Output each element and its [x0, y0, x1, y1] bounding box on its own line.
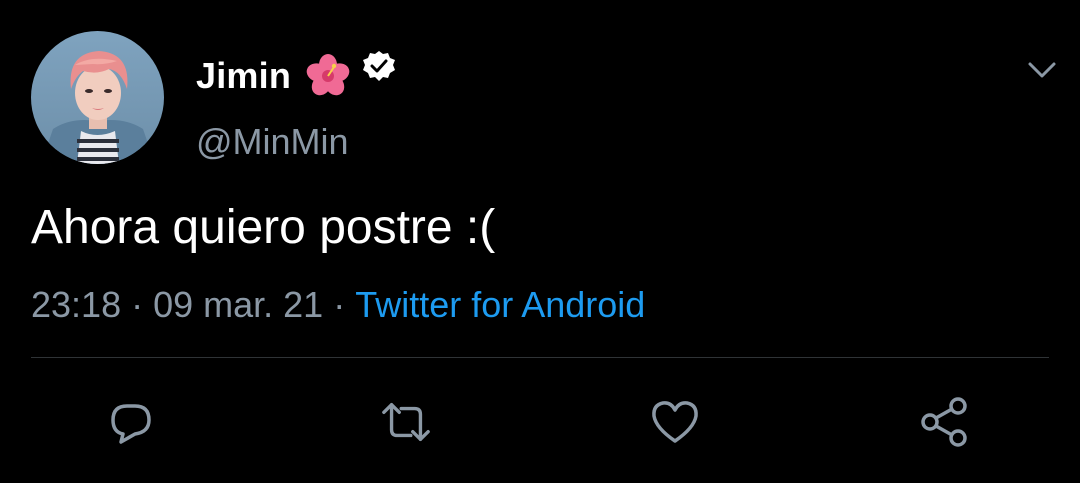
display-name[interactable]: Jimin — [196, 55, 291, 97]
tweet-date: 09 mar. 21 — [153, 284, 324, 325]
tweet-text: Ahora quiero postre :( — [31, 201, 496, 254]
tweet-source-link[interactable]: Twitter for Android — [355, 284, 645, 325]
author-name-row[interactable]: Jimin — [196, 51, 397, 100]
tweet-meta: 23:18 · 09 mar. 21 · Twitter for Android — [31, 284, 645, 326]
retweet-button[interactable] — [380, 396, 432, 448]
author-handle[interactable]: @MinMin — [196, 121, 349, 163]
tweet-time: 23:18 — [31, 284, 122, 325]
heart-icon — [652, 401, 698, 443]
share-icon — [921, 397, 967, 447]
divider — [31, 357, 1049, 358]
meta-separator: · — [131, 284, 144, 325]
hibiscus-emoji-icon — [306, 54, 350, 96]
reply-icon — [111, 404, 151, 444]
reply-button[interactable] — [105, 396, 157, 448]
verified-badge-icon — [363, 51, 396, 81]
retweet-icon — [382, 402, 430, 442]
avatar[interactable] — [31, 31, 164, 164]
meta-separator: · — [333, 284, 346, 325]
share-button[interactable] — [918, 396, 970, 448]
like-button[interactable] — [649, 396, 701, 448]
chevron-down-icon[interactable] — [1026, 56, 1058, 84]
